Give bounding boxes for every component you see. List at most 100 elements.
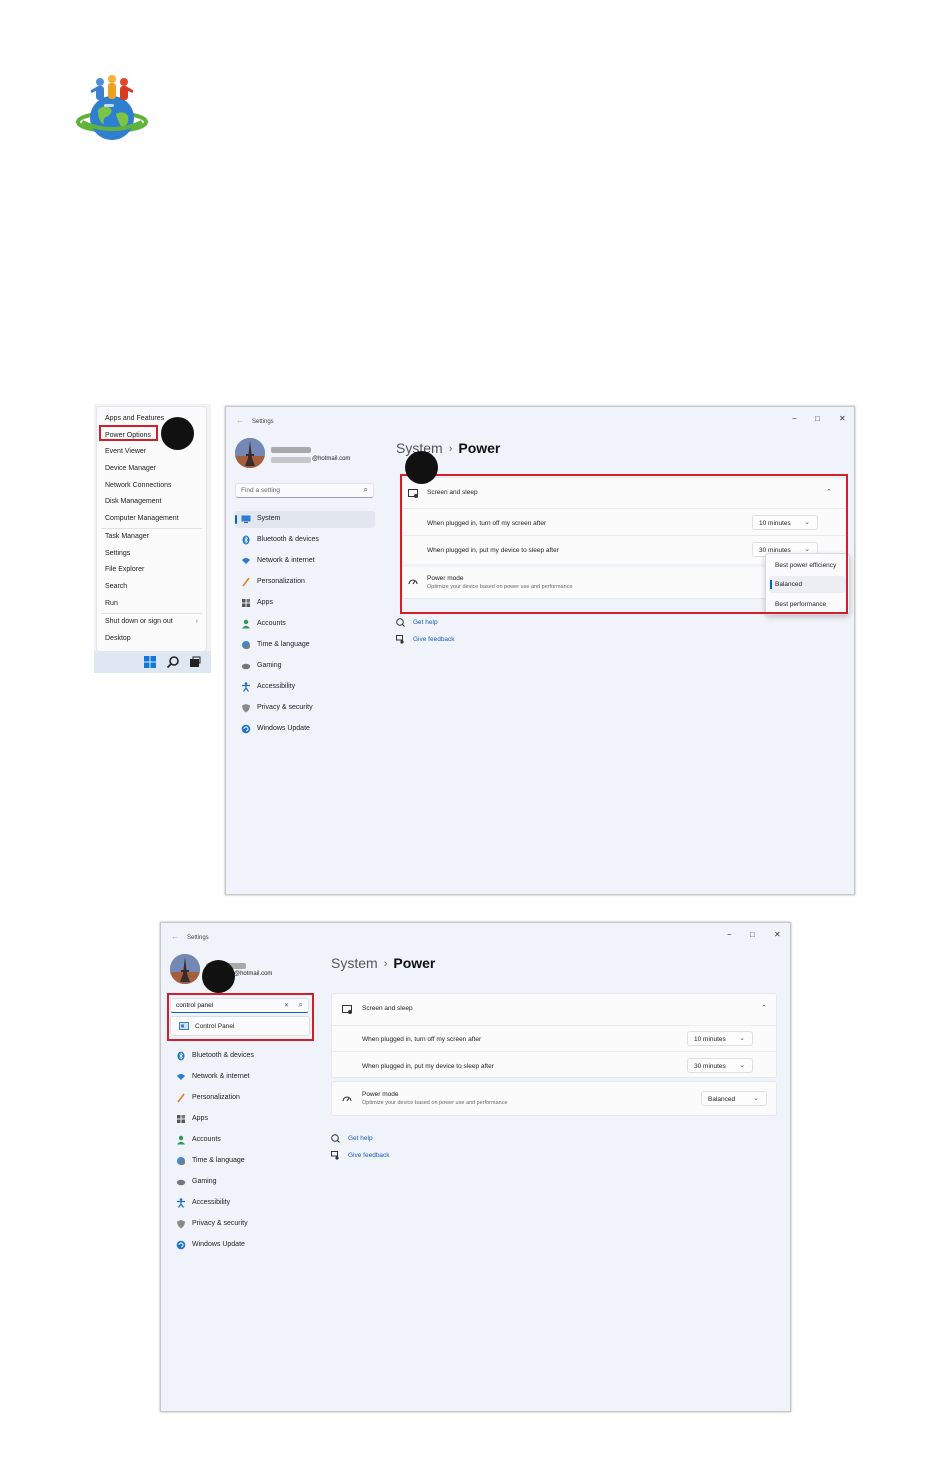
sidebar-item-apps[interactable]: Apps [235, 595, 375, 612]
get-help-link[interactable]: Get help [348, 1135, 373, 1142]
menu-item-network-connections[interactable]: Network Connections [105, 482, 172, 489]
task-view-icon[interactable] [188, 655, 202, 669]
screen-timeout-dropdown[interactable]: 10 minutes ⌄ [687, 1031, 753, 1046]
sidebar-item-network[interactable]: Network & internet [235, 553, 375, 570]
back-arrow-icon[interactable]: ← [236, 416, 244, 425]
sidebar-item-personalization[interactable]: Personalization [170, 1090, 310, 1107]
sidebar-item-gaming[interactable]: Gaming [235, 658, 375, 675]
sidebar-item-label: Accounts [257, 620, 286, 627]
search-icon[interactable]: ⌕ [364, 485, 368, 495]
sleep-timeout-dropdown[interactable]: 30 minutes ⌄ [687, 1058, 753, 1073]
menu-item-settings[interactable]: Settings [105, 550, 130, 557]
menu-item-search[interactable]: Search [105, 583, 127, 590]
row-divider [403, 535, 846, 536]
option-label: Balanced [775, 581, 803, 588]
settings-window-search: ← Settings − □ ✕ @hotmail.com control pa… [160, 922, 791, 1412]
sidebar-item-apps[interactable]: Apps [170, 1111, 310, 1128]
sidebar-item-bluetooth[interactable]: Bluetooth & devices [170, 1048, 310, 1065]
menu-item-desktop[interactable]: Desktop [105, 635, 131, 642]
menu-item-power-options[interactable]: Power Options [105, 432, 151, 439]
bluetooth-icon [177, 1051, 185, 1061]
minimize-button[interactable]: − [792, 414, 797, 423]
sidebar-item-windows-update[interactable]: Windows Update [170, 1237, 310, 1254]
search-input[interactable]: Find a setting [241, 487, 280, 494]
sidebar-item-label: Accessibility [192, 1199, 231, 1206]
sidebar-item-time-language[interactable]: Time & language [170, 1153, 310, 1170]
apps-icon [177, 1115, 185, 1123]
collapse-chevron-icon[interactable]: ⌃ [826, 488, 832, 496]
power-mode-description: Optimize your device based on power use … [427, 584, 573, 590]
sidebar-item-network[interactable]: Network & internet [170, 1069, 310, 1086]
back-arrow-icon[interactable]: ← [171, 932, 179, 941]
avatar[interactable] [235, 438, 265, 468]
update-icon [241, 724, 251, 734]
sidebar-item-accounts[interactable]: Accounts [235, 616, 375, 633]
maximize-button[interactable]: □ [750, 930, 755, 939]
chevron-down-icon: ⌄ [804, 519, 810, 526]
power-mode-card: Power mode Optimize your device based on… [331, 1081, 777, 1116]
option-best-power-efficiency[interactable]: Best power efficiency [769, 557, 846, 574]
settings-window-power: ← Settings − □ ✕ @hotmail.com Find a set… [225, 406, 855, 895]
sidebar-item-windows-update[interactable]: Windows Update [235, 721, 375, 738]
menu-item-file-explorer[interactable]: File Explorer [105, 566, 144, 573]
menu-item-shut-down[interactable]: Shut down or sign out [105, 618, 173, 625]
sidebar-item-bluetooth[interactable]: Bluetooth & devices [235, 532, 375, 549]
screen-sleep-card: Screen and sleep ⌃ When plugged in, turn… [331, 993, 777, 1078]
active-indicator [235, 515, 237, 524]
sidebar-item-system[interactable]: System [235, 511, 375, 528]
sidebar-item-accounts[interactable]: Accounts [170, 1132, 310, 1149]
sidebar-item-label: Accessibility [257, 683, 296, 690]
sidebar-item-accessibility[interactable]: Accessibility [235, 679, 375, 696]
windows-start-icon[interactable] [143, 655, 157, 669]
give-feedback-link[interactable]: Give feedback [413, 636, 455, 643]
search-field[interactable]: Find a setting ⌕ [235, 483, 374, 498]
menu-item-apps-and-features[interactable]: Apps and Features [105, 415, 164, 422]
sidebar-item-accessibility[interactable]: Accessibility [170, 1195, 310, 1212]
sidebar-item-privacy[interactable]: Privacy & security [235, 700, 375, 717]
get-help-link[interactable]: Get help [413, 619, 438, 626]
option-balanced[interactable]: Balanced [769, 576, 846, 593]
sidebar-item-label: Privacy & security [257, 704, 313, 711]
sidebar-item-label: Windows Update [192, 1241, 245, 1248]
give-feedback-link[interactable]: Give feedback [348, 1152, 390, 1159]
search-field[interactable]: control panel ✕ ⌕ [170, 998, 309, 1013]
menu-item-run[interactable]: Run [105, 600, 118, 607]
close-button[interactable]: ✕ [839, 414, 846, 423]
collapse-chevron-icon[interactable]: ⌃ [761, 1004, 767, 1012]
gamepad-icon [241, 663, 251, 670]
search-input[interactable]: control panel [176, 1002, 213, 1009]
gamepad-icon [176, 1179, 186, 1186]
screen-timeout-label: When plugged in, turn off my screen afte… [362, 1036, 482, 1043]
apps-icon [242, 599, 250, 607]
dropdown-value: 10 minutes [694, 1036, 726, 1043]
search-icon[interactable] [166, 655, 180, 669]
wifi-icon [242, 558, 250, 564]
power-mode-icon [408, 579, 418, 585]
screen-timeout-dropdown[interactable]: 10 minutes ⌄ [752, 515, 818, 530]
avatar[interactable] [170, 954, 200, 984]
menu-item-computer-management[interactable]: Computer Management [105, 515, 179, 522]
option-best-performance[interactable]: Best performance [769, 596, 846, 613]
menu-item-device-manager[interactable]: Device Manager [105, 465, 156, 472]
power-mode-dropdown[interactable]: Balanced ⌄ [701, 1091, 767, 1106]
close-button[interactable]: ✕ [774, 930, 781, 939]
menu-item-disk-management[interactable]: Disk Management [105, 498, 161, 505]
breadcrumb-parent[interactable]: System [331, 955, 378, 971]
step-marker [405, 451, 438, 484]
sidebar-item-time-language[interactable]: Time & language [235, 637, 375, 654]
sidebar-item-label: Personalization [257, 578, 305, 585]
menu-divider [101, 613, 202, 614]
maximize-button[interactable]: □ [815, 414, 820, 423]
menu-item-event-viewer[interactable]: Event Viewer [105, 448, 146, 455]
eiffel-tower-photo [235, 438, 265, 468]
minimize-button[interactable]: − [727, 930, 732, 939]
sidebar-item-personalization[interactable]: Personalization [235, 574, 375, 591]
menu-item-task-manager[interactable]: Task Manager [105, 533, 149, 540]
sidebar-item-gaming[interactable]: Gaming [170, 1174, 310, 1191]
sidebar-item-privacy[interactable]: Privacy & security [170, 1216, 310, 1233]
search-icon[interactable]: ⌕ [299, 1000, 303, 1010]
screen-sleep-icon [342, 1005, 352, 1014]
clear-search-icon[interactable]: ✕ [284, 1002, 289, 1009]
suggestion-control-panel[interactable]: Control Panel [195, 1023, 234, 1030]
sidebar-item-label: Windows Update [257, 725, 310, 732]
